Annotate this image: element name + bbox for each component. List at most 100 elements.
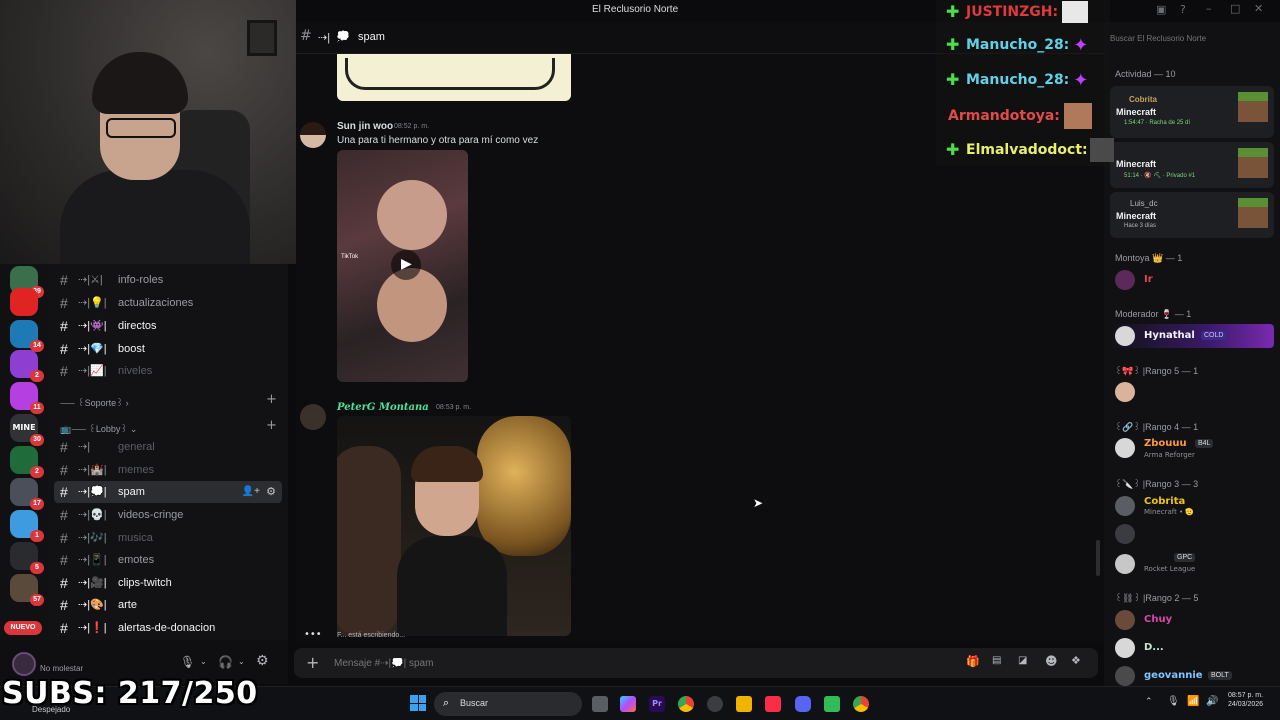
channel-item-spam[interactable]: # ⇢|💭| spam 👤+ ⚙ [54, 481, 282, 503]
taskbar-search[interactable]: ⌕ Buscar [434, 692, 582, 716]
channel-item[interactable]: # ⇢|🎥| clips-twitch [54, 572, 332, 594]
gear-icon[interactable]: ⚙ [266, 481, 276, 503]
server-icon[interactable]: 5 [10, 542, 44, 574]
app-icon[interactable] [707, 696, 723, 712]
headphones-icon[interactable]: 🎧 [218, 655, 233, 669]
gif-icon[interactable]: ▤ [992, 655, 1001, 666]
avatar[interactable] [12, 652, 36, 676]
channel-item[interactable]: # ⇢| general [54, 436, 332, 458]
server-icon[interactable]: 14 [10, 320, 44, 352]
clock[interactable]: 08:57 p. m. 24/03/2026 [1228, 692, 1263, 708]
server-icon[interactable]: 11 [10, 382, 44, 414]
search-input[interactable] [1110, 30, 1274, 46]
invite-icon[interactable]: 👤+ [242, 481, 260, 503]
message-input[interactable] [334, 654, 894, 672]
add-attachment-icon[interactable]: + [306, 653, 319, 672]
premiere-icon[interactable]: Pr [649, 696, 665, 712]
settings-gear-icon[interactable]: ⚙ [256, 653, 269, 669]
member-name[interactable]: Cobrita [1144, 496, 1185, 507]
emoji-icon[interactable]: ☻ [1045, 654, 1058, 668]
server-icon[interactable]: 57 [10, 574, 44, 606]
gift-icon[interactable]: 🎁 [966, 655, 980, 668]
copilot-icon[interactable] [620, 696, 636, 712]
minimize-icon[interactable]: – [1206, 2, 1212, 15]
image-attachment[interactable] [337, 416, 571, 636]
channel-item[interactable]: # ⇢|❗| alertas-de-donacion [54, 617, 332, 639]
category-lobby[interactable]: 📺⸺ ꒰Lobby꒱ ⌄ [60, 422, 137, 435]
close-icon[interactable]: ✕ [1254, 2, 1263, 15]
video-attachment[interactable]: ▶ TikTok [337, 150, 468, 382]
activity-card[interactable]: Cobrita Minecraft 1:54:47 · Racha de 25 … [1110, 86, 1274, 138]
avatar[interactable] [1115, 382, 1135, 402]
avatar[interactable] [1115, 326, 1135, 346]
server-icon[interactable] [10, 288, 38, 316]
image-attachment[interactable] [337, 54, 571, 101]
add-channel-icon[interactable]: + [266, 392, 277, 407]
chrome-icon[interactable] [853, 696, 869, 712]
channel-item[interactable]: # ⇢|💡| actualizaciones [54, 292, 332, 314]
member-name[interactable]: Hynathal [1144, 330, 1195, 341]
category-support[interactable]: ⸺ ꒰Soporte꒱ › [60, 396, 129, 409]
hash-icon: # [60, 363, 68, 379]
message-author[interactable]: Sun jin woo [337, 121, 393, 132]
channel-item[interactable]: # ⇢|💎| boost [54, 338, 332, 360]
server-icon[interactable]: 2 [10, 446, 44, 478]
message-author[interactable]: PeterG Montana [337, 402, 429, 413]
chrome-icon[interactable] [678, 696, 694, 712]
play-button[interactable]: ▶ [391, 250, 421, 280]
avatar[interactable] [1115, 496, 1135, 516]
avatar[interactable] [300, 404, 326, 430]
avatar[interactable] [300, 122, 326, 148]
volume-icon[interactable]: 🔊 [1206, 696, 1218, 707]
hash-icon: # [60, 597, 68, 613]
channel-item[interactable]: # ⇢|🎶| musica [54, 527, 332, 549]
chevron-down-icon[interactable]: ⌄ [238, 657, 245, 666]
avatar[interactable] [1115, 638, 1135, 658]
task-view-icon[interactable] [592, 696, 608, 712]
discord-icon[interactable] [795, 696, 811, 712]
add-channel-icon[interactable]: + [266, 418, 277, 433]
channel-item[interactable]: # ⇢|🎨| arte [54, 594, 332, 616]
avatar[interactable] [1115, 554, 1135, 574]
channel-item[interactable]: # ⇢|⚔| info-roles [54, 269, 332, 291]
activity-card[interactable]: Minecraft 51:14 · 🔇 ⛏ · Privado #1 [1110, 142, 1274, 188]
wifi-icon[interactable]: 📶 [1187, 696, 1199, 707]
member-name[interactable]: Zbouuu [1144, 438, 1187, 449]
member-name[interactable]: D... [1144, 642, 1164, 653]
server-icon[interactable]: 1 [10, 510, 44, 542]
microphone-icon[interactable]: 🎙 [180, 655, 195, 669]
app-icon[interactable] [824, 696, 840, 712]
avatar[interactable] [1115, 666, 1135, 686]
message-timestamp: 08:52 p. m. [394, 123, 430, 130]
channel-item[interactable]: #⇢|👾|directos16 [54, 315, 332, 337]
server-icon[interactable]: MINE 30 [10, 414, 44, 446]
windows-start-icon[interactable] [410, 695, 426, 711]
channel-arrow: ⇢| [318, 32, 331, 44]
channel-item[interactable]: # ⇢|📈| niveles [54, 360, 332, 382]
new-badge: NUEVO [4, 621, 42, 635]
member-name[interactable]: Chuy [1144, 614, 1172, 625]
activity-card[interactable]: Luis_dc Minecraft Hace 3 días [1110, 192, 1274, 238]
help-icon[interactable]: ? [1180, 3, 1186, 16]
channel-item[interactable]: # ⇢|🏰| memes [54, 459, 332, 481]
apps-icon[interactable]: ❖ [1071, 654, 1081, 667]
sticker-icon[interactable]: ◪ [1018, 655, 1027, 666]
avatar[interactable] [1115, 270, 1135, 290]
inbox-icon[interactable]: ▣ [1156, 3, 1166, 16]
avatar[interactable] [1115, 524, 1135, 544]
member-name[interactable]: geovannie [1144, 670, 1203, 681]
music-icon[interactable] [765, 696, 781, 712]
member-name[interactable]: Ir [1144, 274, 1153, 285]
server-icon[interactable]: 17 [10, 478, 44, 510]
avatar[interactable] [1115, 438, 1135, 458]
channel-item[interactable]: # ⇢|💀| videos-cringe [54, 504, 332, 526]
server-icon[interactable]: 2 [10, 350, 44, 382]
avatar[interactable] [1115, 610, 1135, 630]
microphone-icon[interactable]: 🎙 [1167, 696, 1180, 707]
chevron-up-icon[interactable]: ⌃ [1145, 697, 1153, 707]
scrollbar[interactable] [1096, 540, 1100, 576]
maximize-icon[interactable]: □ [1230, 2, 1240, 15]
file-explorer-icon[interactable] [736, 696, 752, 712]
chevron-down-icon[interactable]: ⌄ [200, 657, 207, 666]
channel-item[interactable]: # ⇢|📱| emotes [54, 549, 332, 571]
